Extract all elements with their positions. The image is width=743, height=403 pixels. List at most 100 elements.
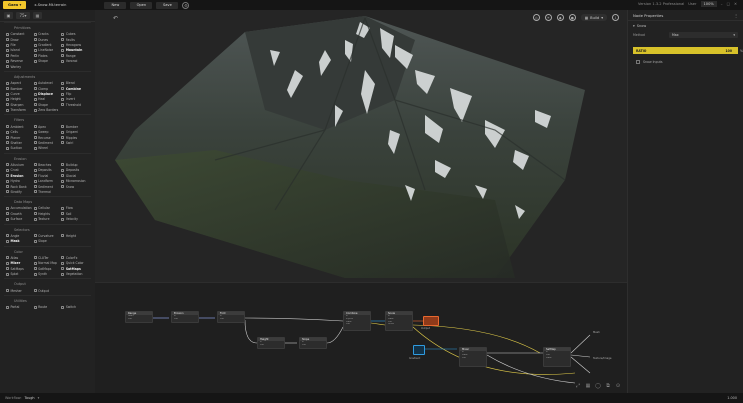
graph-node-mixer[interactable]: Mixer In Mask Out xyxy=(459,347,487,367)
close-icon[interactable]: ✕ xyxy=(734,2,737,6)
category-title[interactable]: Primitives xyxy=(4,22,91,32)
library-node-item[interactable]: Stratify xyxy=(6,190,34,195)
slider-value[interactable]: 100 xyxy=(726,49,732,53)
library-node-item[interactable]: Suction xyxy=(6,146,34,151)
render-settings-icon[interactable]: ● xyxy=(568,14,576,21)
library-node-item[interactable]: Thermal xyxy=(33,190,62,195)
graph-node-gradient[interactable] xyxy=(413,345,425,355)
library-node-item[interactable]: Height xyxy=(61,234,89,239)
export-icon[interactable]: ⇩ xyxy=(612,14,619,21)
library-node-item[interactable]: Output xyxy=(33,288,62,293)
comment-icon[interactable]: ◯ xyxy=(595,383,601,389)
library-node-item[interactable]: Alluvium xyxy=(6,163,34,168)
library-node-item[interactable]: Heights xyxy=(33,212,62,217)
maximize-icon[interactable]: □ xyxy=(727,2,730,6)
library-node-item[interactable]: Crust xyxy=(6,168,34,173)
library-node-item[interactable]: Cubes xyxy=(61,32,89,37)
link-icon[interactable]: ⧉ xyxy=(605,383,611,389)
library-node-item[interactable]: Shape xyxy=(33,103,62,108)
library-node-item[interactable]: Microerosion xyxy=(61,179,89,184)
library-node-item[interactable]: Flow xyxy=(61,206,89,211)
library-node-item[interactable]: Wheel xyxy=(33,146,62,151)
new-button[interactable]: New xyxy=(104,1,127,9)
library-node-item[interactable]: Clamp xyxy=(33,86,62,91)
save-button[interactable]: Save xyxy=(156,1,179,9)
library-node-item[interactable]: Sharpen xyxy=(6,103,34,108)
library-node-item[interactable]: Velocity xyxy=(61,217,89,222)
category-title[interactable]: Adjustments xyxy=(4,70,91,81)
library-node-item[interactable]: Invert xyxy=(61,97,89,102)
library-node-item[interactable]: Route xyxy=(33,305,62,310)
library-node-item[interactable]: Worley xyxy=(6,64,34,69)
library-node-item[interactable]: Soil xyxy=(61,212,89,217)
category-title[interactable]: Data Maps xyxy=(4,196,91,206)
library-node-item[interactable]: Deposits xyxy=(33,168,62,173)
node-graph[interactable]: Range Seed Out Erosion In Out Fold In Ou… xyxy=(95,282,627,393)
library-node-item[interactable]: Accumulation xyxy=(6,206,34,211)
library-node-item[interactable]: Synth xyxy=(33,272,62,277)
library-node-item[interactable]: Shatter xyxy=(6,141,34,146)
open-button[interactable]: Open xyxy=(130,1,153,9)
build-button[interactable]: ▦ Build ▾ xyxy=(580,14,607,21)
library-node-item[interactable]: Surface xyxy=(6,217,34,222)
library-node-item[interactable]: SatMaps xyxy=(33,266,62,271)
library-node-item[interactable]: Cracks xyxy=(33,32,62,37)
category-title[interactable]: Erosion xyxy=(4,152,91,163)
category-title[interactable]: Selectors xyxy=(4,223,91,234)
library-node-item[interactable]: Switch xyxy=(61,305,89,310)
library-node-item[interactable]: ColorFx xyxy=(61,256,89,261)
library-node-item[interactable]: Combine xyxy=(61,86,89,91)
graph-node-fold[interactable]: Fold In Out xyxy=(217,311,245,323)
ratio-slider[interactable]: RATIO 100 % xyxy=(633,47,743,54)
library-node-item[interactable]: Landform xyxy=(33,179,62,184)
library-node-item[interactable]: Cells xyxy=(6,130,34,135)
method-select[interactable]: Max ▾ xyxy=(669,31,738,38)
node-port[interactable]: Out xyxy=(344,323,370,326)
library-node-item[interactable]: Erosion xyxy=(6,173,34,178)
library-node-item[interactable]: Height xyxy=(6,97,34,102)
library-node-item[interactable]: Faults xyxy=(61,37,89,42)
library-node-item[interactable]: Aspect xyxy=(6,81,34,86)
library-node-item[interactable]: CLUTer xyxy=(33,256,62,261)
water-icon[interactable]: ◆ xyxy=(556,14,564,21)
section-header[interactable]: ▾ Snow xyxy=(628,21,743,30)
library-node-item[interactable]: Hexagons xyxy=(61,43,89,48)
library-node-item[interactable]: Swirl xyxy=(61,141,89,146)
app-logo-menu[interactable]: Gaea ▾ xyxy=(3,1,27,9)
library-node-item[interactable]: Range xyxy=(61,54,89,59)
library-node-item[interactable]: Sediment xyxy=(33,141,62,146)
library-node-item[interactable]: Transform xyxy=(6,108,34,113)
graph-node-height[interactable]: Height In Out xyxy=(257,337,285,349)
graph-node-output[interactable] xyxy=(423,316,439,326)
library-node-item[interactable]: Rock Bank xyxy=(6,184,34,189)
size-select[interactable]: 75 ▾ xyxy=(16,12,30,19)
library-node-item[interactable]: SatMaps xyxy=(61,266,89,271)
library-node-item[interactable]: Ripples xyxy=(61,135,89,140)
library-node-item[interactable]: Vegetation xyxy=(61,272,89,277)
node-port[interactable]: Out xyxy=(460,357,486,360)
pin-icon[interactable]: ⊙ xyxy=(615,383,621,389)
library-node-item[interactable]: Planer xyxy=(6,135,34,140)
library-node-item[interactable]: Apex xyxy=(33,124,62,129)
zoom-select[interactable]: 100% xyxy=(700,1,717,7)
library-node-item[interactable]: Curvature xyxy=(33,234,62,239)
lighting-icon[interactable]: ☀ xyxy=(544,14,552,21)
library-node-item[interactable]: Quick Color xyxy=(61,261,89,266)
graph-node-slope[interactable]: Slope In Out xyxy=(299,337,327,349)
library-node-item[interactable]: Mountain xyxy=(61,48,89,53)
library-node-item[interactable]: Texture xyxy=(33,217,62,222)
library-node-item[interactable]: Snow xyxy=(61,184,89,189)
graph-node-range[interactable]: Range Seed Out xyxy=(125,311,153,323)
library-node-item[interactable]: Autolevel xyxy=(33,81,62,86)
graph-node-snow[interactable]: Snow In Mask Out Snow xyxy=(385,311,413,331)
library-node-item[interactable]: Beaches xyxy=(33,163,62,168)
library-node-item[interactable]: Mixer xyxy=(6,261,34,266)
grid-icon[interactable]: ▦ xyxy=(585,383,591,389)
workflow-select[interactable]: Tough xyxy=(25,396,35,400)
library-node-item[interactable]: Displace xyxy=(33,92,62,97)
category-title[interactable]: Output xyxy=(4,278,91,288)
library-node-item[interactable]: Gradient xyxy=(33,43,62,48)
node-port[interactable]: Out xyxy=(126,318,152,321)
library-node-item[interactable]: Hydro xyxy=(6,179,34,184)
graph-node-satmap[interactable]: SatMap In Out Mask xyxy=(543,347,571,367)
